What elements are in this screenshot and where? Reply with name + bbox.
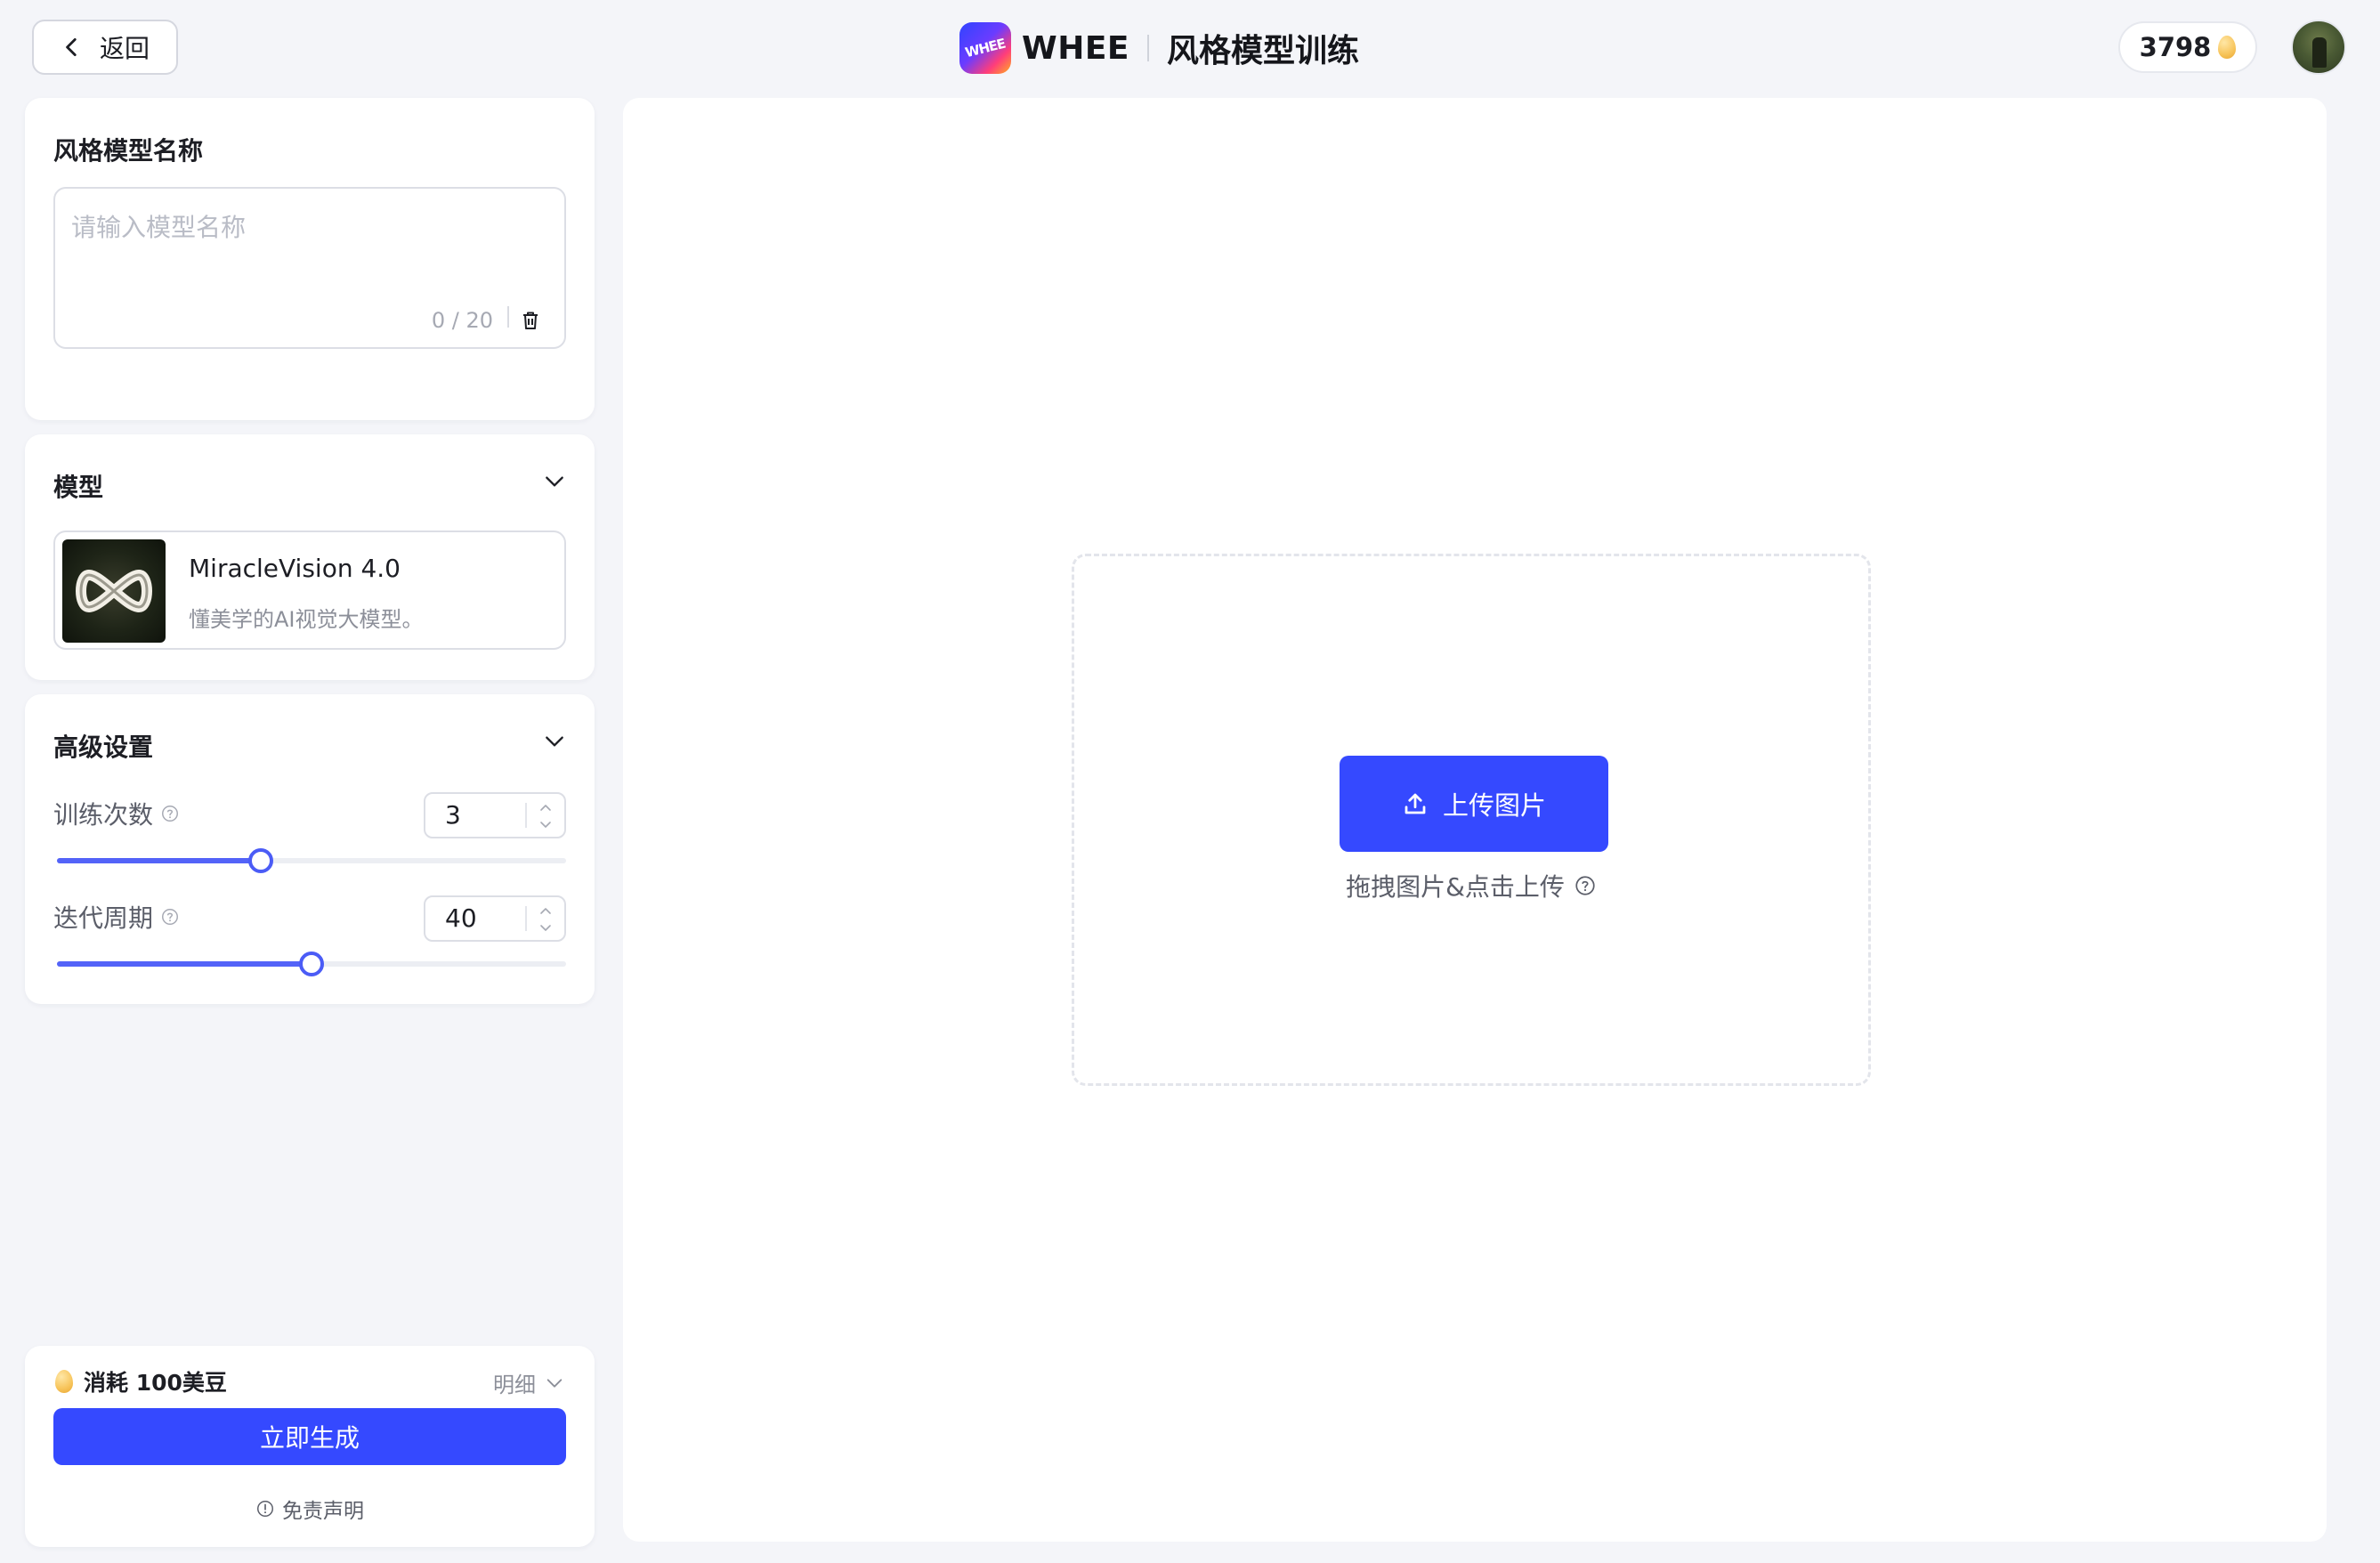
bean-icon: [2218, 36, 2237, 59]
epochs-label: 迭代周期: [53, 899, 180, 935]
upload-button[interactable]: 上传图片: [1340, 756, 1608, 852]
page-title: 风格模型训练: [1167, 33, 1360, 69]
main-canvas: 上传图片 拖拽图片&点击上传: [623, 98, 2327, 1542]
chevron-down-icon[interactable]: [543, 730, 566, 753]
brand-name: WHEE: [1022, 29, 1130, 67]
upload-icon: [1405, 793, 1426, 814]
training-steps-label: 训练次数: [53, 796, 180, 831]
chevron-down-icon: [546, 1378, 563, 1388]
help-icon[interactable]: [1574, 874, 1597, 897]
model-name-title: 风格模型名称: [53, 136, 204, 166]
epochs-slider[interactable]: [57, 952, 566, 976]
generate-card: 消耗 100美豆 明细 立即生成 免责声明: [25, 1346, 595, 1547]
model-option-miraclevision[interactable]: MiracleVision 4.0 懂美学的AI视觉大模型。: [53, 530, 566, 650]
help-icon[interactable]: [160, 907, 180, 927]
model-description: 懂美学的AI视觉大模型。: [189, 607, 424, 632]
credit-count: 3798: [2139, 32, 2212, 62]
cost-label: 消耗 100美豆: [84, 1370, 227, 1396]
generate-button[interactable]: 立即生成: [53, 1408, 566, 1465]
model-name-input[interactable]: 请输入模型名称 0 / 20: [53, 187, 566, 349]
brand: WHEE WHEE 风格模型训练: [959, 21, 1359, 75]
model-logo-icon: [76, 570, 152, 612]
back-button[interactable]: 返回: [32, 20, 178, 75]
cost-detail-toggle[interactable]: 明细: [493, 1367, 564, 1398]
stepper-icon[interactable]: [538, 799, 554, 833]
upload-drop-zone[interactable]: 上传图片 拖拽图片&点击上传: [1072, 554, 1871, 1086]
model-section-title: 模型: [53, 473, 104, 502]
trash-icon[interactable]: [520, 310, 541, 331]
training-steps-slider[interactable]: [57, 848, 566, 873]
slider-thumb[interactable]: [247, 848, 273, 873]
slider-fill: [57, 858, 261, 863]
cost-row: 消耗 100美豆: [55, 1365, 227, 1397]
advanced-section-title: 高级设置: [53, 733, 154, 762]
help-icon[interactable]: [160, 804, 180, 823]
model-name: MiracleVision 4.0: [189, 554, 401, 583]
brand-divider: [1147, 35, 1150, 61]
bean-icon: [55, 1370, 73, 1393]
back-label: 返回: [100, 34, 150, 63]
avatar[interactable]: [2291, 20, 2346, 75]
info-icon: [257, 1501, 273, 1517]
stepper-divider: [525, 906, 527, 931]
slider-fill: [57, 961, 312, 967]
slider-thumb[interactable]: [299, 952, 324, 976]
app-root: 返回 WHEE WHEE 风格模型训练 3798 风格模型名称 请输入模型名称 …: [0, 0, 2380, 1563]
epochs-input[interactable]: 40: [424, 895, 566, 942]
chevron-left-icon: [66, 37, 77, 57]
stepper-divider: [525, 803, 527, 828]
model-name-card: 风格模型名称 请输入模型名称 0 / 20: [25, 98, 595, 420]
stepper-icon[interactable]: [538, 903, 554, 936]
upload-hint: 拖拽图片&点击上传: [1074, 868, 1868, 903]
chevron-down-icon[interactable]: [543, 470, 566, 493]
counter-divider: [507, 306, 509, 328]
model-name-placeholder: 请输入模型名称: [71, 213, 247, 242]
model-card: 模型 MiracleVision 4.0 懂美学的AI视觉大模型。: [25, 434, 595, 680]
model-thumbnail: [62, 539, 166, 643]
char-counter: 0 / 20: [431, 308, 493, 333]
advanced-settings-card: 高级设置 训练次数 3 迭代周期 40: [25, 694, 595, 1004]
disclaimer-link[interactable]: 免责声明: [25, 1494, 595, 1524]
credit-balance[interactable]: 3798: [2118, 21, 2257, 73]
whee-logo: WHEE: [959, 22, 1011, 74]
training-steps-input[interactable]: 3: [424, 792, 566, 838]
